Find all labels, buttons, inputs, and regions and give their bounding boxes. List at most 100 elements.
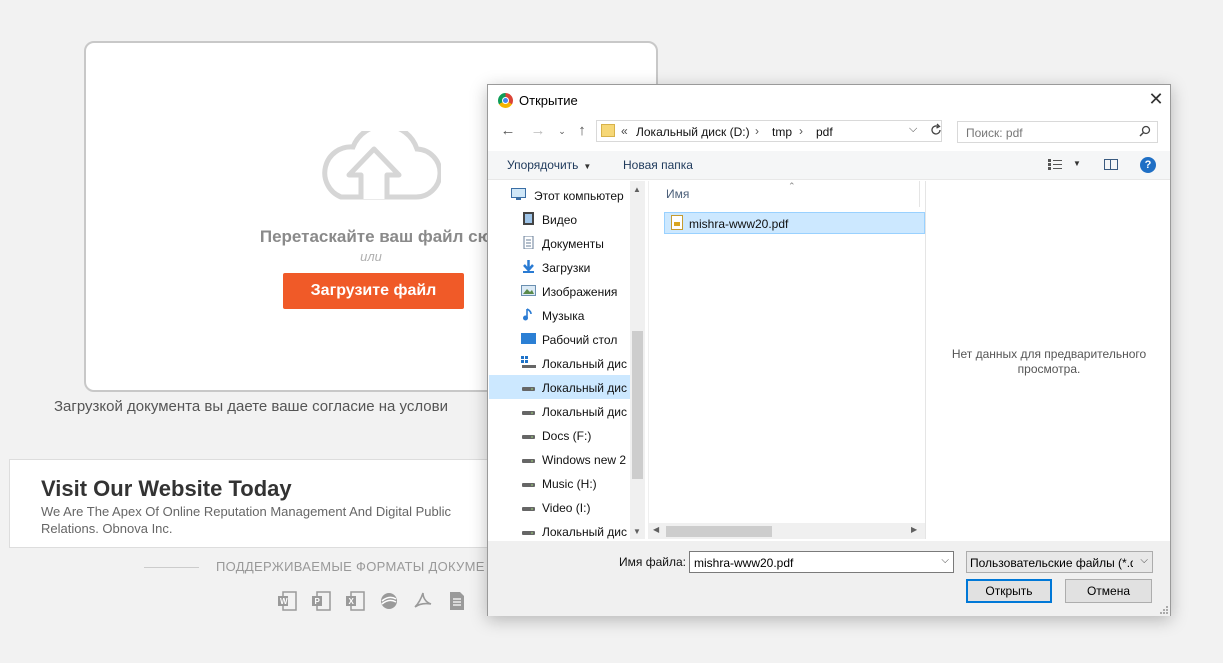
sidebar-item[interactable]: Изображения	[489, 279, 630, 303]
scrollbar-thumb[interactable]	[632, 331, 643, 479]
format-icons: W P X	[277, 591, 467, 611]
chrome-icon	[498, 93, 513, 108]
documents-folder-icon	[521, 235, 536, 250]
supported-formats-label: ПОДДЕРЖИВАЕМЫЕ ФОРМАТЫ ДОКУМЕ	[216, 559, 485, 574]
filetype-select[interactable]: Пользовательские файлы (*.d ⌵	[966, 551, 1153, 573]
sidebar-item-label: Загрузки	[542, 261, 591, 275]
pdf-icon	[413, 591, 433, 611]
organize-label: Упорядочить	[507, 158, 579, 172]
scroll-right-icon[interactable]: ▶	[911, 525, 917, 534]
sidebar-item-label: Локальный дис	[542, 405, 627, 419]
sidebar-item[interactable]: Music (H:)	[489, 471, 630, 495]
open-button[interactable]: Открыть	[966, 579, 1052, 603]
close-button[interactable]: ✕	[1146, 89, 1166, 109]
filetype-dropdown-icon[interactable]: ⌵	[1140, 555, 1148, 566]
video-folder-icon	[521, 212, 536, 225]
formats-divider	[144, 567, 199, 568]
filename-value: mishra-www20.pdf	[694, 556, 794, 570]
dialog-footer: Имя файла: mishra-www20.pdf ⌵ Пользовате…	[488, 541, 1170, 616]
sidebar-item[interactable]: Локальный дис	[489, 351, 630, 375]
folder-icon	[601, 124, 615, 137]
drive-icon	[521, 404, 536, 417]
file-list-horizontal-scrollbar[interactable]: ◀ ▶	[649, 523, 925, 539]
address-dropdown-icon[interactable]: ⌵	[909, 123, 917, 136]
sidebar-item[interactable]: Рабочий стол	[489, 327, 630, 351]
drive-icon	[521, 380, 536, 393]
sidebar-item-label: Видео	[542, 213, 578, 227]
back-arrow-icon[interactable]: ←	[498, 122, 518, 139]
cloud-upload-icon	[322, 131, 441, 200]
scroll-down-icon[interactable]: ▼	[633, 527, 641, 536]
drive-icon	[521, 452, 536, 465]
sidebar-item-label: Рабочий стол	[542, 333, 618, 347]
up-arrow-icon[interactable]: ↑	[572, 122, 592, 139]
sidebar-item-label: Музыка	[542, 309, 585, 323]
drive-icon	[521, 476, 536, 489]
sidebar-item[interactable]: Загрузки	[489, 255, 630, 279]
file-row[interactable]: mishra-www20.pdf	[664, 212, 925, 234]
cancel-button[interactable]: Отмена	[1065, 579, 1152, 603]
powerpoint-icon: P	[311, 591, 331, 611]
drive-icon	[521, 428, 536, 441]
filename-label: Имя файла:	[619, 555, 686, 569]
sort-ascending-icon: ⌃	[788, 181, 796, 191]
crumb-separator-icon[interactable]: ›	[755, 124, 759, 138]
pdf-file-icon	[671, 215, 683, 230]
svg-text:W: W	[280, 597, 288, 606]
new-folder-button[interactable]: Новая папка	[623, 158, 693, 172]
upload-file-button[interactable]: Загрузите файл	[283, 273, 464, 309]
openoffice-icon	[379, 591, 399, 611]
sidebar-item[interactable]: Музыка	[489, 303, 630, 327]
search-box[interactable]: Поиск: pdf	[957, 121, 1158, 143]
filetype-value: Пользовательские файлы (*.d	[970, 556, 1133, 570]
crumb-separator-icon[interactable]: ›	[799, 124, 803, 138]
sidebar-item[interactable]: Video (I:)	[489, 495, 630, 519]
dialog-title-bar[interactable]: Открытие ✕	[488, 85, 1170, 115]
address-bar[interactable]: « Локальный диск (D:) › tmp › pdf ⌵	[596, 120, 942, 142]
help-icon[interactable]: ?	[1140, 157, 1156, 173]
sidebar-item-label: Документы	[542, 237, 604, 251]
desktop-folder-icon	[521, 332, 536, 345]
nav-pane-scrollbar[interactable]: ▲ ▼	[630, 181, 645, 539]
filename-input[interactable]: mishra-www20.pdf ⌵	[689, 551, 954, 573]
scrollbar-thumb[interactable]	[666, 526, 772, 537]
sidebar-item[interactable]: Документы	[489, 231, 630, 255]
file-list-pane: ⌃ Имя mishra-www20.pdf ◀ ▶	[648, 181, 925, 539]
sidebar-item[interactable]: Windows new 2	[489, 447, 630, 471]
filename-dropdown-icon[interactable]: ⌵	[941, 555, 949, 566]
refresh-icon[interactable]	[930, 123, 942, 137]
sidebar-item[interactable]: Docs (F:)	[489, 423, 630, 447]
recent-locations-chevron-icon[interactable]: ⌄	[552, 126, 572, 137]
ad-banner[interactable]: Visit Our Website Today We Are The Apex …	[9, 459, 529, 548]
text-file-icon	[447, 591, 467, 611]
word-icon: W	[277, 591, 297, 611]
navigation-pane: Этот компьютер Видео Документы Загрузки Изоб…	[489, 181, 645, 539]
scroll-left-icon[interactable]: ◀	[653, 525, 659, 534]
crumb-drive-d[interactable]: Локальный диск (D:)	[636, 125, 750, 139]
drive-icon	[521, 500, 536, 513]
scroll-up-icon[interactable]: ▲	[633, 185, 641, 194]
sidebar-item[interactable]: Видео	[489, 207, 630, 231]
view-options-icon[interactable]	[1048, 159, 1062, 170]
crumb-pdf[interactable]: pdf	[816, 125, 833, 139]
svg-text:X: X	[349, 597, 355, 606]
sidebar-item[interactable]: Локальный дис	[489, 399, 630, 423]
sidebar-item-label: Этот компьютер	[534, 189, 624, 203]
sidebar-item[interactable]: Локальный дис	[489, 519, 630, 539]
pictures-folder-icon	[521, 284, 536, 297]
sidebar-item[interactable]: Этот компьютер	[489, 183, 630, 207]
crumb-tmp[interactable]: tmp	[772, 125, 792, 139]
consent-text: Загрузкой документа вы даете ваше соглас…	[54, 398, 448, 415]
forward-arrow-icon[interactable]: →	[528, 122, 548, 139]
preview-pane-icon[interactable]	[1104, 159, 1118, 170]
column-header-name[interactable]: Имя	[666, 187, 689, 201]
column-divider[interactable]	[919, 181, 920, 207]
sidebar-item[interactable]: Локальный дис	[489, 375, 630, 399]
search-icon[interactable]	[1139, 125, 1151, 139]
drive-icon	[521, 524, 536, 537]
organize-menu[interactable]: Упорядочить ▼	[507, 158, 591, 172]
address-overflow[interactable]: «	[621, 124, 628, 138]
resize-grip-icon[interactable]	[1160, 606, 1168, 614]
computer-icon	[511, 188, 526, 201]
view-options-caret-icon[interactable]: ▼	[1073, 159, 1081, 168]
